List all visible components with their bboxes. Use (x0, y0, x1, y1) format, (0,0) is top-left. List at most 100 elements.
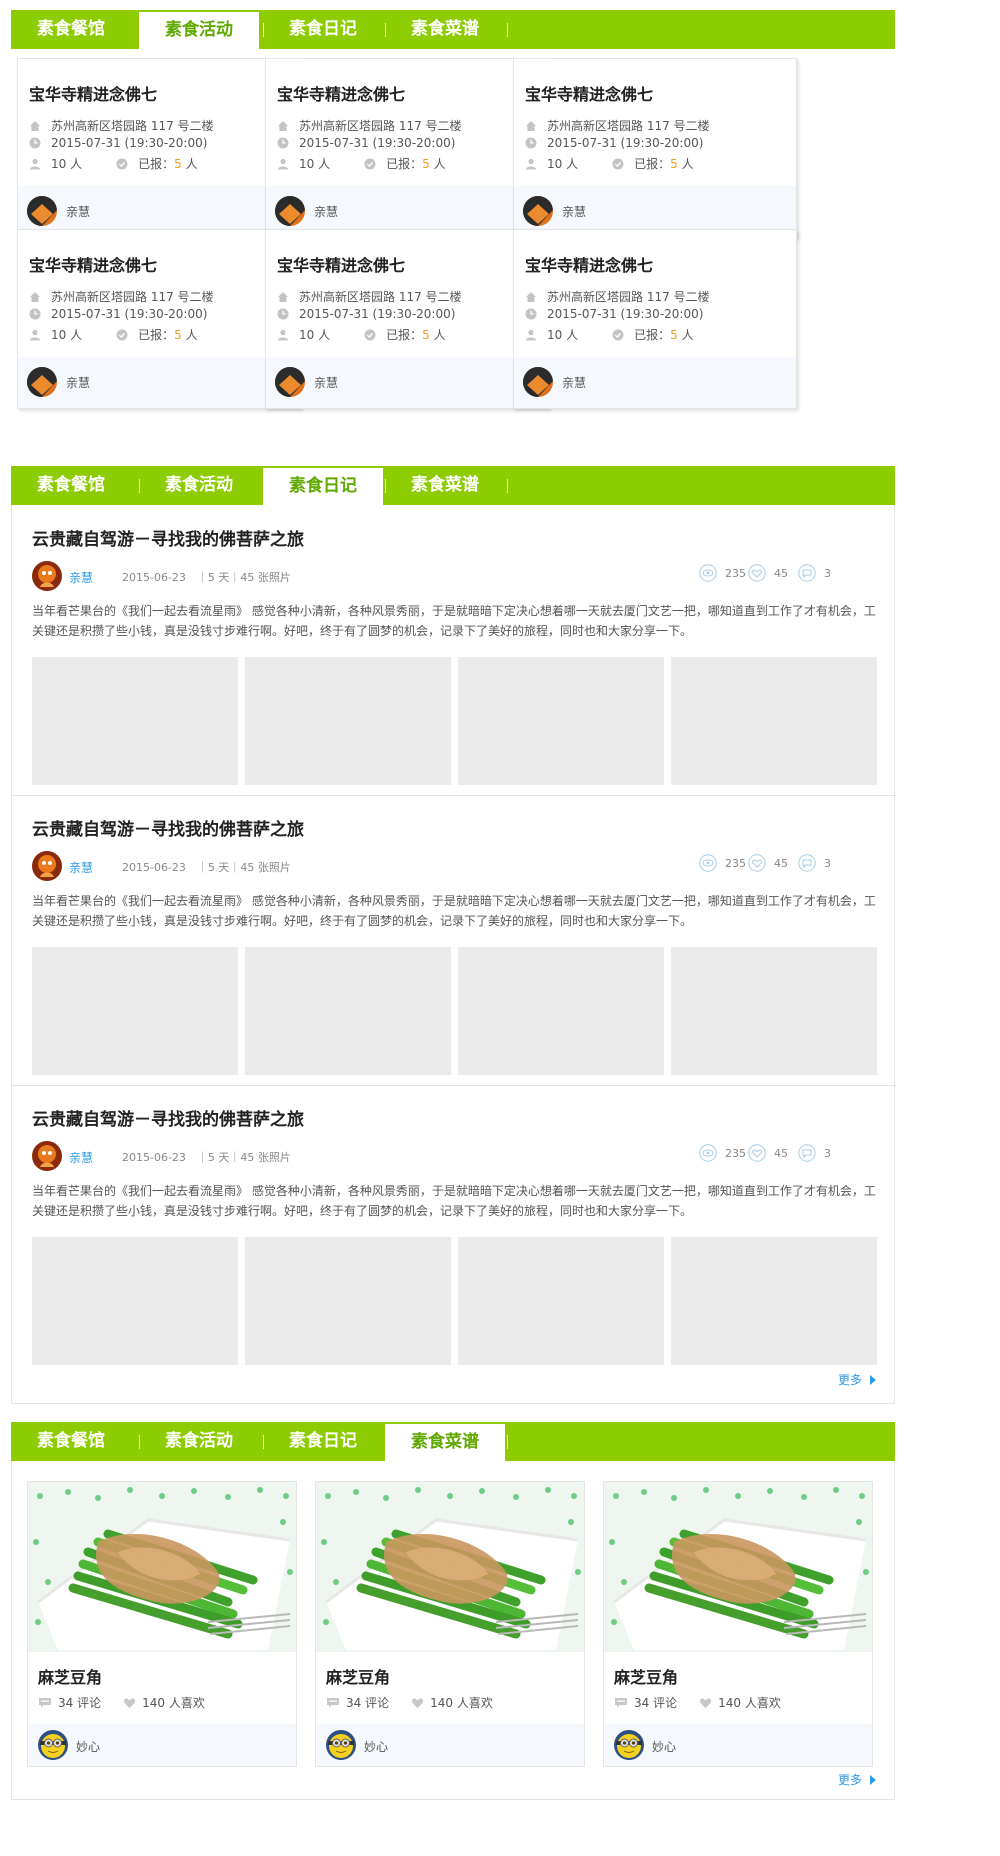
tab-diary[interactable]: 素食日记 (263, 468, 383, 505)
organizer-name[interactable]: 亲慧 (66, 203, 90, 220)
diary-author[interactable]: 亲慧 (69, 859, 93, 876)
avatar[interactable] (38, 1730, 68, 1760)
tab-recipes[interactable]: 素食菜谱 (385, 10, 505, 49)
avatar[interactable] (614, 1730, 644, 1760)
recipe-stats: 34 评论 140 人喜欢 (38, 1694, 205, 1711)
activity-people: 10 人 已报：5 人 (29, 326, 198, 343)
activity-title[interactable]: 宝华寺精进念佛七 (525, 81, 653, 105)
avatar[interactable] (275, 367, 305, 397)
diary-meta: 亲慧 2015-06-23 ｜5 天｜45 张照片 235 45 3 (32, 561, 892, 591)
recipe-photo[interactable] (316, 1482, 584, 1652)
home-icon (526, 291, 536, 302)
recipe-card[interactable]: 麻芝豆角 34 评论 140 人喜欢 妙心 (315, 1481, 585, 1767)
activity-title[interactable]: 宝华寺精进念佛七 (277, 252, 405, 276)
likes-stat[interactable]: 45 (748, 854, 788, 872)
activity-card[interactable]: 宝华寺精进念佛七 苏州高新区塔园路 117 号二楼 2015-07-31 (19… (265, 58, 549, 238)
tab-restaurants[interactable]: 素食餐馆 (11, 1422, 131, 1461)
comments-stat[interactable]: 3 (798, 564, 831, 582)
avatar[interactable] (523, 196, 553, 226)
avatar[interactable] (32, 1141, 62, 1171)
heart-icon (748, 1144, 766, 1162)
activity-card[interactable]: 宝华寺精进念佛七 苏州高新区塔园路 117 号二楼 2015-07-31 (19… (513, 229, 797, 409)
activity-organizer: 亲慧 (266, 357, 548, 408)
diary-photo[interactable] (671, 657, 877, 785)
home-icon (30, 291, 40, 302)
activity-address-text: 苏州高新区塔园路 117 号二楼 (547, 119, 710, 133)
recipe-title[interactable]: 麻芝豆角 (614, 1664, 678, 1688)
recipe-author-name[interactable]: 妙心 (364, 1738, 388, 1755)
tabbar-recipes: 素食餐馆 素食活动 素食日记 素食菜谱 (11, 1422, 895, 1461)
diary-title[interactable]: 云贵藏自驾游－寻找我的佛菩萨之旅 (32, 1105, 304, 1130)
organizer-name[interactable]: 亲慧 (562, 374, 586, 391)
activity-address-text: 苏州高新区塔园路 117 号二楼 (299, 119, 462, 133)
recipe-title[interactable]: 麻芝豆角 (326, 1664, 390, 1688)
diary-entry: 云贵藏自驾游－寻找我的佛菩萨之旅 亲慧 2015-06-23 ｜5 天｜45 张… (12, 795, 896, 1086)
tab-restaurants[interactable]: 素食餐馆 (11, 466, 131, 505)
activity-address-text: 苏州高新区塔园路 117 号二楼 (51, 290, 214, 304)
recipe-author-name[interactable]: 妙心 (76, 1738, 100, 1755)
diary-author[interactable]: 亲慧 (69, 569, 93, 586)
diary-photo[interactable] (32, 657, 238, 785)
diary-photo[interactable] (458, 947, 664, 1075)
activity-title[interactable]: 宝华寺精进念佛七 (525, 252, 653, 276)
views-stat: 235 (699, 564, 746, 582)
tab-recipes[interactable]: 素食菜谱 (385, 466, 505, 505)
tab-restaurants[interactable]: 素食餐馆 (11, 10, 131, 49)
activity-card[interactable]: 宝华寺精进念佛七 苏州高新区塔园路 117 号二楼 2015-07-31 (19… (265, 229, 549, 409)
tab-recipes[interactable]: 素食菜谱 (385, 1424, 505, 1461)
diary-photo[interactable] (458, 1237, 664, 1365)
recipe-author-name[interactable]: 妙心 (652, 1738, 676, 1755)
diary-photo[interactable] (245, 947, 451, 1075)
organizer-name[interactable]: 亲慧 (66, 374, 90, 391)
comments-stat[interactable]: 3 (798, 1144, 831, 1162)
diary-photo[interactable] (245, 657, 451, 785)
avatar[interactable] (523, 367, 553, 397)
diary-photo[interactable] (671, 947, 877, 1075)
avatar[interactable] (27, 196, 57, 226)
activity-card[interactable]: 宝华寺精进念佛七 苏州高新区塔园路 117 号二楼 2015-07-31 (19… (17, 229, 301, 409)
check-circle-icon (364, 329, 376, 340)
diary-author[interactable]: 亲慧 (69, 1149, 93, 1166)
diary-photo[interactable] (32, 1237, 238, 1365)
avatar[interactable] (275, 196, 305, 226)
organizer-name[interactable]: 亲慧 (314, 374, 338, 391)
avatar[interactable] (32, 561, 62, 591)
organizer-name[interactable]: 亲慧 (562, 203, 586, 220)
clock-icon (277, 308, 289, 320)
recipe-card[interactable]: 麻芝豆角 34 评论 140 人喜欢 妙心 (27, 1481, 297, 1767)
activity-time-text: 2015-07-31 (19:30-20:00) (547, 136, 704, 150)
activity-title[interactable]: 宝华寺精进念佛七 (277, 81, 405, 105)
recipe-photo[interactable] (604, 1482, 872, 1652)
tab-activities[interactable]: 素食活动 (139, 1422, 259, 1461)
recipes-more-link[interactable]: 更多 (838, 1771, 877, 1788)
organizer-name[interactable]: 亲慧 (314, 203, 338, 220)
comments-stat[interactable]: 3 (798, 854, 831, 872)
recipe-title[interactable]: 麻芝豆角 (38, 1664, 102, 1688)
diary-info: 2015-06-23 ｜5 天｜45 张照片 (122, 1151, 291, 1164)
tab-diary[interactable]: 素食日记 (263, 10, 383, 49)
diary-title[interactable]: 云贵藏自驾游－寻找我的佛菩萨之旅 (32, 525, 304, 550)
avatar[interactable] (326, 1730, 356, 1760)
activity-card[interactable]: 宝华寺精进念佛七 苏州高新区塔园路 117 号二楼 2015-07-31 (19… (17, 58, 301, 238)
recipe-photo[interactable] (28, 1482, 296, 1652)
tab-diary[interactable]: 素食日记 (263, 1422, 383, 1461)
activity-card[interactable]: 宝华寺精进念佛七 苏州高新区塔园路 117 号二楼 2015-07-31 (19… (513, 58, 797, 238)
activity-title[interactable]: 宝华寺精进念佛七 (29, 252, 157, 276)
diary-title[interactable]: 云贵藏自驾游－寻找我的佛菩萨之旅 (32, 815, 304, 840)
tab-activities[interactable]: 素食活动 (139, 12, 259, 49)
recipes-panel: 更多 麻芝豆角 34 评论 140 人喜欢 妙心 麻芝豆角 34 评论 140 … (11, 1461, 895, 1800)
comment-icon (798, 564, 816, 582)
likes-stat[interactable]: 45 (748, 1144, 788, 1162)
avatar[interactable] (27, 367, 57, 397)
recipe-card[interactable]: 麻芝豆角 34 评论 140 人喜欢 妙心 (603, 1481, 873, 1767)
diary-photo[interactable] (32, 947, 238, 1075)
diary-photo[interactable] (458, 657, 664, 785)
avatar[interactable] (32, 851, 62, 881)
diary-panel: 更多 云贵藏自驾游－寻找我的佛菩萨之旅 亲慧 2015-06-23 ｜5 天｜4… (11, 505, 896, 1404)
activity-title[interactable]: 宝华寺精进念佛七 (29, 81, 157, 105)
diary-photo[interactable] (245, 1237, 451, 1365)
diary-photo[interactable] (671, 1237, 877, 1365)
activities-panel: 宝华寺精进念佛七 苏州高新区塔园路 117 号二楼 2015-07-31 (19… (11, 49, 895, 465)
tab-activities[interactable]: 素食活动 (139, 466, 259, 505)
likes-stat[interactable]: 45 (748, 564, 788, 582)
